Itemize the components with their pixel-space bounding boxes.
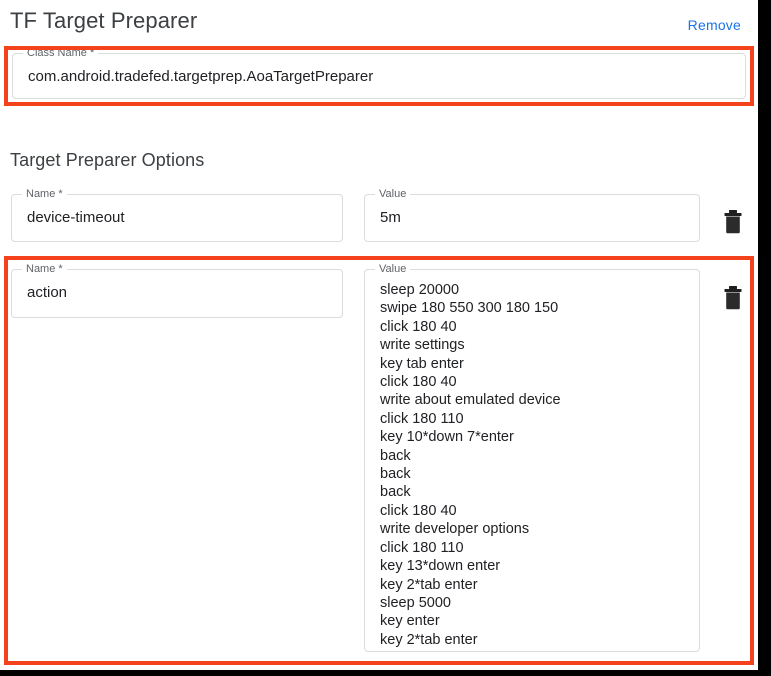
delete-option-button-2[interactable] — [720, 284, 746, 314]
page-title: TF Target Preparer — [10, 8, 198, 33]
option-name-input-1[interactable]: device-timeout — [27, 208, 330, 228]
trash-icon — [720, 208, 746, 238]
class-name-label: Class Name * — [23, 47, 99, 60]
class-name-input[interactable]: com.android.tradefed.targetprep.AoaTarge… — [28, 67, 733, 87]
remove-link[interactable]: Remove — [688, 16, 741, 34]
options-section-title: Target Preparer Options — [10, 150, 205, 170]
option-value-input-1[interactable]: 5m — [380, 208, 687, 228]
option-name-label-1: Name * — [22, 188, 67, 201]
option-name-field-1[interactable]: Name * device-timeout — [11, 188, 343, 242]
target-preparer-panel: TF Target Preparer Remove Class Name * c… — [0, 0, 758, 670]
option-value-label-2: Value — [375, 263, 411, 276]
panel-header: TF Target Preparer Remove — [0, 0, 758, 46]
option-value-field-1[interactable]: Value 5m — [364, 188, 700, 242]
bottom-edge-gutter — [0, 670, 771, 676]
right-edge-gutter — [758, 0, 771, 676]
option-value-field-2[interactable]: Value sleep 20000 swipe 180 550 300 180 … — [364, 263, 700, 652]
delete-option-button-1[interactable] — [720, 208, 746, 238]
option-name-field-2[interactable]: Name * action — [11, 263, 343, 318]
option-value-textarea-2[interactable]: sleep 20000 swipe 180 550 300 180 150 cl… — [380, 281, 687, 649]
class-name-field[interactable]: Class Name * com.android.tradefed.target… — [12, 47, 746, 99]
trash-icon — [720, 284, 746, 314]
option-value-label-1: Value — [375, 188, 411, 201]
option-name-label-2: Name * — [22, 263, 67, 276]
option-name-input-2[interactable]: action — [27, 283, 330, 303]
